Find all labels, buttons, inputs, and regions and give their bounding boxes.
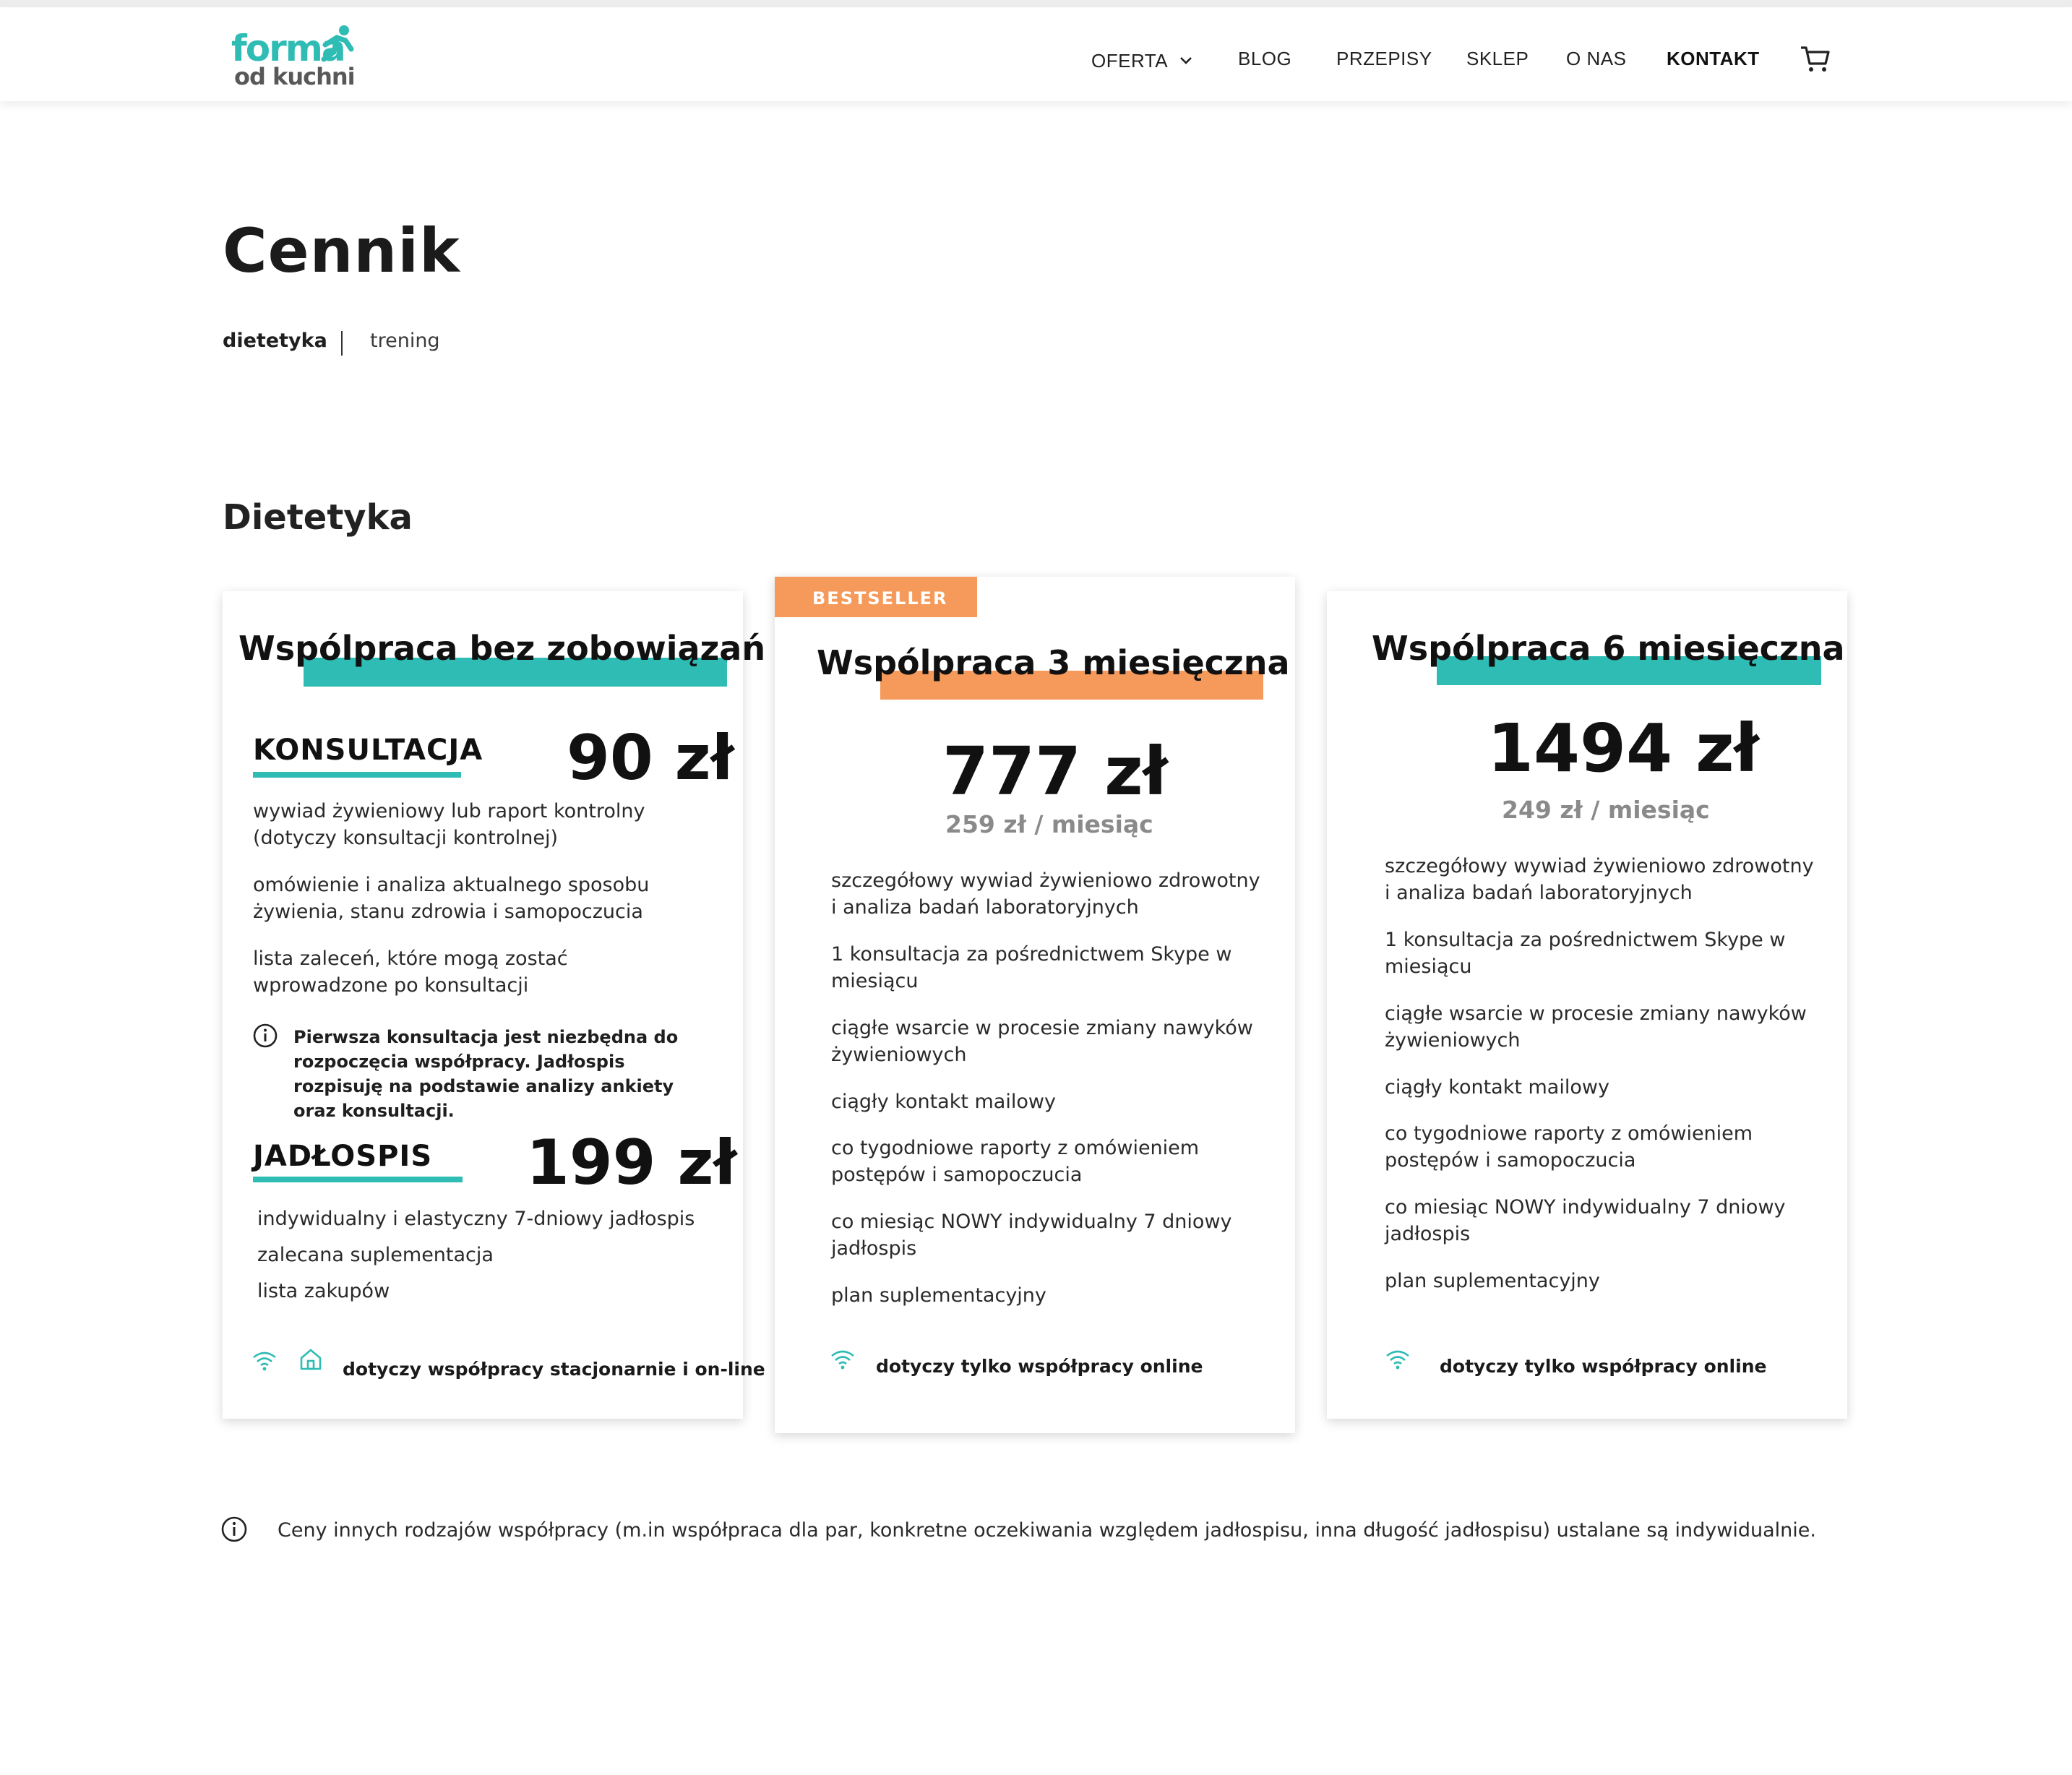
- cart-icon[interactable]: [1800, 43, 1831, 75]
- menu-label: JADŁOSPIS: [253, 1140, 433, 1173]
- list-item: wywiad żywieniowy lub raport kontrolny (…: [253, 800, 645, 849]
- info-icon: [221, 1516, 247, 1545]
- price: 777 zł: [942, 733, 1168, 810]
- list-item: plan suplementacyjny: [831, 1284, 1046, 1307]
- wifi-icon: [830, 1349, 856, 1373]
- list-item: ciągły kontakt mailowy: [831, 1091, 1056, 1113]
- list-item: co tygodniowe raporty z omówieniem postę…: [831, 1137, 1200, 1186]
- section-underline: [253, 1177, 463, 1182]
- card-title: Wspólpraca 6 miesięczna: [1372, 629, 1845, 668]
- wifi-icon: [1385, 1349, 1411, 1373]
- section-title: Dietetyka: [223, 497, 413, 538]
- page-title: Cennik: [223, 215, 460, 286]
- nav-oferta[interactable]: OFERTA: [1091, 49, 1192, 70]
- card-footer: dotyczy tylko współpracy online: [1440, 1356, 1767, 1377]
- pricing-footnote: Ceny innych rodzajów współpracy (m.in ws…: [278, 1519, 1816, 1542]
- card-footer: dotyczy tylko współpracy online: [876, 1356, 1203, 1377]
- card-footer: dotyczy współpracy stacjonarnie i on-lin…: [343, 1359, 765, 1380]
- monthly-price: 249 zł / miesiąc: [1502, 796, 1710, 824]
- site-header: forma od kuchni OFERTA BLOG PRZEPISY SKL…: [0, 7, 2072, 101]
- list-item: 1 konsultacja za pośrednictwem Skype w m…: [831, 943, 1232, 992]
- pricing-card-6-months: Wspólpraca 6 miesięczna 1494 zł 249 zł /…: [1327, 591, 1847, 1419]
- consultation-price: 90 zł: [567, 722, 734, 794]
- list-item: 1 konsultacja za pośrednictwem Skype w m…: [1385, 929, 1786, 978]
- section-underline: [253, 772, 461, 778]
- menu-price: 199 zł: [526, 1127, 737, 1199]
- runner-icon: [321, 25, 354, 62]
- home-icon: [298, 1347, 323, 1375]
- list-item: ciągły kontakt mailowy: [1385, 1076, 1609, 1099]
- nav-kontakt[interactable]: KONTAKT: [1667, 49, 1760, 68]
- info-note: Pierwsza konsultacja jest niezbędna do r…: [293, 1027, 679, 1121]
- list-item: lista zaleceń, które mogą zostać wprowad…: [253, 947, 568, 997]
- card-title: Wspólpraca 3 miesięczna: [817, 643, 1290, 682]
- logo[interactable]: forma od kuchni: [230, 23, 360, 93]
- nav-przepisy[interactable]: PRZEPISY: [1336, 49, 1432, 68]
- bestseller-badge: BESTSELLER: [775, 577, 977, 617]
- list-item: ciągłe wsarcie w procesie zmiany nawyków…: [1385, 1002, 1807, 1052]
- list-item: plan suplementacyjny: [1385, 1270, 1600, 1292]
- chevron-down-icon: [1179, 49, 1192, 68]
- consultation-label: KONSULTACJA: [253, 734, 483, 767]
- list-item: omówienie i analiza aktualnego sposobu ż…: [253, 874, 650, 923]
- list-item: lista zakupów: [257, 1280, 390, 1302]
- pricing-card-3-months: BESTSELLER Wspólpraca 3 miesięczna 777 z…: [775, 577, 1295, 1433]
- list-item: co tygodniowe raporty z omówieniem postę…: [1385, 1122, 1753, 1172]
- logo-text-bottom: od kuchni: [234, 63, 356, 90]
- tab-dietetyka[interactable]: dietetyka: [223, 331, 327, 351]
- card-title: Wspólpraca bez zobowiązań: [238, 629, 766, 668]
- list-item: ciągłe wsarcie w procesie zmiany nawyków…: [831, 1017, 1253, 1066]
- list-item: co miesiąc NOWY indywidualny 7 dniowy ja…: [1385, 1196, 1786, 1245]
- monthly-price: 259 zł / miesiąc: [945, 810, 1153, 838]
- pricing-card-no-commitment: Wspólpraca bez zobowiązań KONSULTACJA 90…: [223, 591, 765, 1419]
- wifi-icon: [252, 1350, 278, 1375]
- list-item: zalecana suplementacja: [257, 1244, 494, 1266]
- list-item: szczegółowy wywiad żywieniowo zdrowotny …: [1385, 855, 1814, 904]
- tab-divider: [341, 331, 343, 356]
- nav-oferta-label: OFERTA: [1091, 50, 1167, 72]
- price: 1494 zł: [1487, 710, 1759, 787]
- nav-o-nas[interactable]: O NAS: [1566, 49, 1626, 68]
- list-item: indywidualny i elastyczny 7-dniowy jadło…: [257, 1208, 695, 1230]
- list-item: szczegółowy wywiad żywieniowo zdrowotny …: [831, 869, 1260, 919]
- tab-trening[interactable]: trening: [370, 331, 440, 351]
- info-icon: [253, 1023, 278, 1048]
- nav-blog[interactable]: BLOG: [1238, 49, 1291, 68]
- top-border: [0, 0, 2072, 7]
- nav-sklep[interactable]: SKLEP: [1466, 49, 1529, 68]
- list-item: co miesiąc NOWY indywidualny 7 dniowy ja…: [831, 1211, 1232, 1260]
